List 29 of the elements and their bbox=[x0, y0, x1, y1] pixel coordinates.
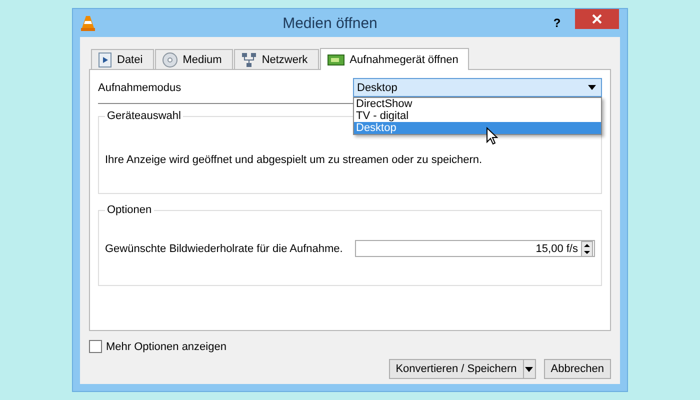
caret-icon bbox=[525, 366, 534, 372]
group-title: Geräteauswahl bbox=[106, 110, 182, 122]
convert-save-button[interactable]: Konvertieren / Speichern bbox=[388, 359, 524, 379]
close-button[interactable] bbox=[575, 9, 619, 29]
tab[interactable]: Aufnahmegerät öffnen bbox=[320, 48, 470, 70]
dropdown-option[interactable]: DirectShow bbox=[354, 98, 601, 110]
tab[interactable]: Netzwerk bbox=[234, 49, 319, 69]
cancel-button[interactable]: Abbrechen bbox=[544, 359, 611, 379]
caret-icon bbox=[588, 85, 596, 90]
help-button[interactable]: ? bbox=[545, 16, 569, 30]
tab[interactable]: Datei bbox=[91, 49, 154, 69]
close-icon bbox=[592, 14, 602, 24]
dropdown-arrow-button[interactable] bbox=[524, 359, 536, 379]
group-title: Optionen bbox=[106, 204, 153, 216]
window-title: Medien öffnen bbox=[282, 14, 378, 32]
frame-rate-field[interactable]: 15,00 f/s bbox=[355, 240, 595, 257]
network-icon bbox=[240, 52, 257, 68]
description-text: Ihre Anzeige wird geöffnet und abgespielt um zu streamen oder zu speichern. bbox=[105, 154, 484, 166]
spin-arrows-icon[interactable] bbox=[581, 240, 593, 256]
tab[interactable]: Medium bbox=[154, 49, 233, 69]
checkbox-label: Mehr Optionen anzeigen bbox=[106, 340, 226, 352]
capture-mode-label: Aufnahmemodus bbox=[98, 82, 182, 94]
file-play-icon bbox=[98, 52, 112, 68]
capture-mode-dropdown[interactable]: Desktop bbox=[353, 78, 602, 97]
checkbox[interactable] bbox=[89, 340, 102, 353]
dropdown-option[interactable]: TV - digital bbox=[354, 110, 601, 122]
traffic-cone-icon bbox=[81, 15, 95, 31]
frame-rate-label: Gewünschte Bildwiederholrate für die Aufnahme. bbox=[105, 242, 343, 254]
capture-card-icon bbox=[326, 52, 345, 66]
